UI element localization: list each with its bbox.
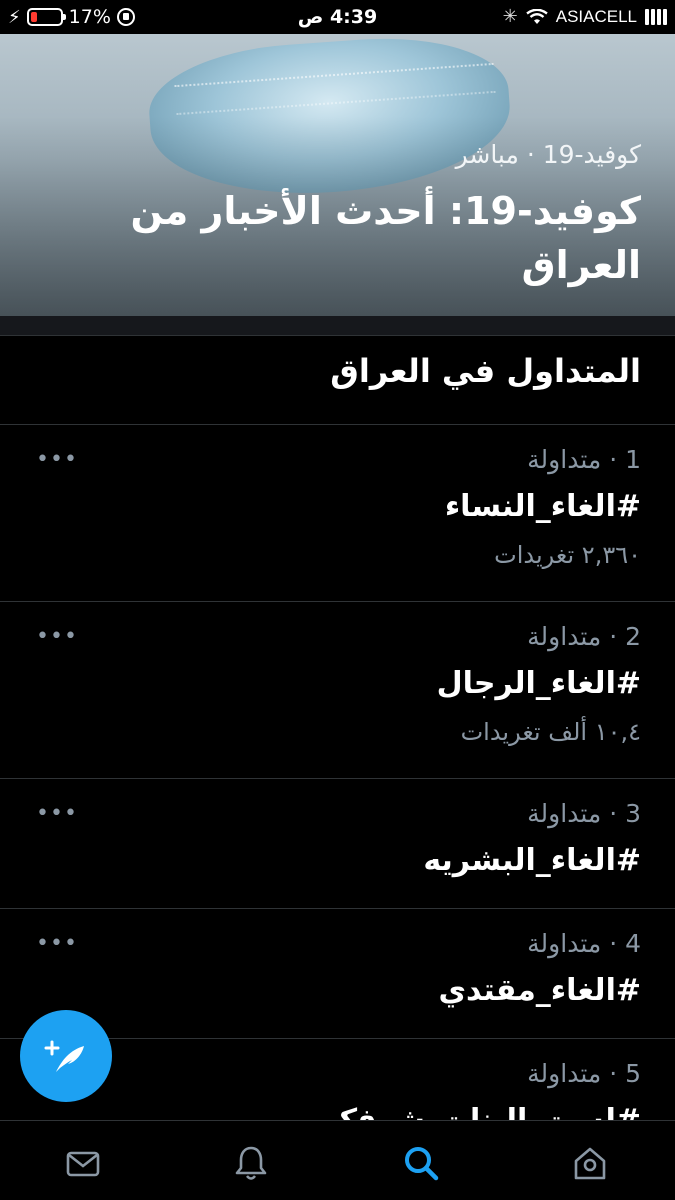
trend-item[interactable]: 2 · متداولة #الغاء_الرجال ١٠,٤ ألف تغريد… [0, 602, 675, 779]
bottom-tab-bar [0, 1120, 675, 1200]
trend-hashtag: #الغاء_الرجال [436, 666, 641, 701]
trend-item[interactable]: 1 · متداولة #الغاء_النساء ٢,٣٦٠ تغريدات … [0, 425, 675, 602]
covid-hero-card[interactable]: كوفيد-19 · مباشر كوفيد-19: أحدث الأخبار … [0, 34, 675, 316]
mail-icon [66, 1151, 100, 1177]
trend-item[interactable]: 3 · متداولة #الغاء_البشريه ••• [0, 779, 675, 909]
trend-rank: 1 · متداولة [527, 445, 641, 474]
wifi-icon [526, 8, 548, 24]
compose-feather-icon [44, 1040, 84, 1072]
section-divider [0, 316, 675, 336]
hero-subtitle: كوفيد-19 · مباشر [455, 140, 641, 169]
bell-icon [235, 1146, 267, 1180]
signal-icon [645, 8, 667, 25]
compose-tweet-button[interactable] [20, 1010, 112, 1102]
trend-hashtag: #الغاء_مقتدي [438, 973, 641, 1008]
activity-spinner-icon: ✳ [502, 6, 518, 26]
more-options-icon[interactable]: ••• [36, 624, 78, 649]
carrier-name: ASIACELL [555, 6, 637, 26]
trend-hashtag: #الغاء_النساء [444, 489, 641, 524]
tab-notifications[interactable] [231, 1143, 271, 1183]
more-options-icon[interactable]: ••• [36, 801, 78, 826]
more-options-icon[interactable]: ••• [36, 931, 78, 956]
trend-tweet-count: ١٠,٤ ألف تغريدات [460, 718, 641, 746]
trend-rank: 3 · متداولة [527, 799, 641, 828]
search-icon [405, 1147, 439, 1181]
more-options-icon[interactable]: ••• [36, 447, 78, 472]
trend-hashtag: #الغاء_البشريه [423, 843, 641, 878]
trend-rank: 5 · متداولة [527, 1059, 641, 1088]
trend-rank: 2 · متداولة [527, 622, 641, 651]
trend-item[interactable]: 4 · متداولة #الغاء_مقتدي ••• [0, 909, 675, 1039]
tab-home[interactable] [570, 1143, 610, 1183]
tab-messages[interactable] [63, 1143, 103, 1183]
status-right: ✳ ASIACELL [503, 6, 667, 27]
home-icon [574, 1147, 606, 1180]
trend-rank: 4 · متداولة [527, 929, 641, 958]
trend-tweet-count: ٢,٣٦٠ تغريدات [494, 541, 641, 569]
tab-search[interactable] [401, 1143, 441, 1183]
section-title: المتداول في العراق [330, 352, 641, 390]
hero-title: كوفيد-19: أحدث الأخبار من العراق [130, 189, 641, 287]
status-bar: ⚡ 17% 4:39 ص ✳ ASIACELL [0, 0, 675, 34]
